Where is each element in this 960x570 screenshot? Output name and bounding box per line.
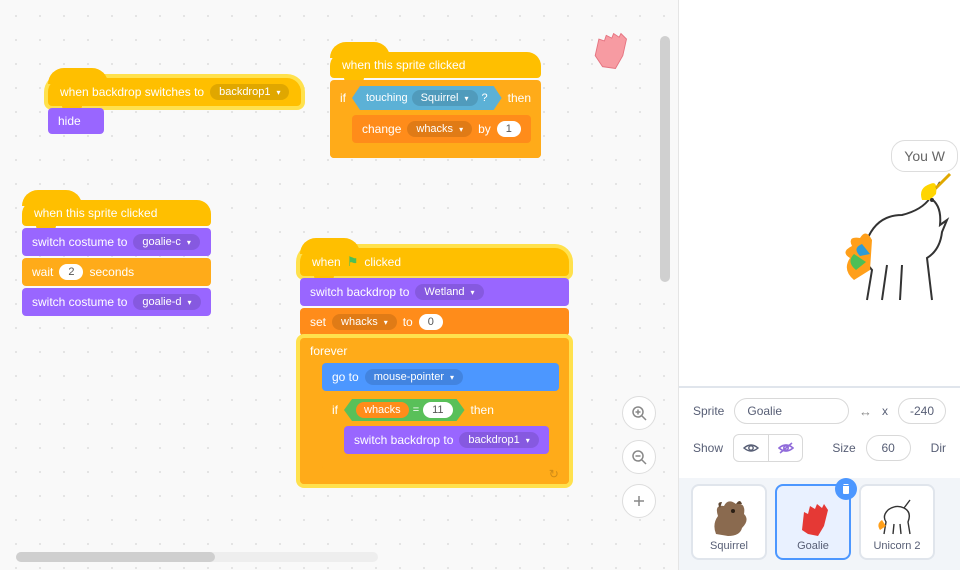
- script-sprite-clicked-costume[interactable]: when this sprite clicked switch costume …: [22, 200, 211, 316]
- block-label: when: [312, 255, 341, 269]
- sprite-on-stage-unicorn[interactable]: [842, 170, 960, 310]
- sprite-tile-goalie[interactable]: Goalie: [775, 484, 851, 560]
- dropdown-backdrop[interactable]: Wetland▾: [415, 284, 483, 300]
- block-label: by: [478, 122, 491, 136]
- sprite-list: Squirrel Goalie Unicorn 2: [679, 478, 960, 570]
- script-green-flag[interactable]: when ⚑ clicked switch backdrop to Wetlan…: [300, 248, 569, 484]
- dropdown-costume[interactable]: goalie-c▾: [133, 234, 200, 250]
- block-label: then: [471, 403, 494, 417]
- block-label: switch backdrop to: [354, 433, 453, 447]
- reporter-touching[interactable]: touching Squirrel▾ ?: [352, 86, 502, 110]
- hat-when-this-sprite-clicked[interactable]: when this sprite clicked: [22, 200, 211, 226]
- sprite-name-label: Sprite: [693, 404, 724, 418]
- sprite-tile-unicorn2[interactable]: Unicorn 2: [859, 484, 935, 560]
- block-label: set: [310, 315, 326, 329]
- show-visible-button[interactable]: [734, 435, 768, 461]
- block-label: then: [508, 91, 531, 105]
- green-flag-icon: ⚑: [347, 254, 359, 270]
- block-label: switch backdrop to: [310, 285, 409, 299]
- block-label: if: [340, 91, 346, 105]
- zoom-controls: [622, 396, 656, 518]
- sprite-tile-label: Squirrel: [710, 540, 748, 552]
- delete-sprite-button[interactable]: [835, 478, 857, 500]
- block-label: switch costume to: [32, 235, 127, 249]
- script-sprite-clicked-touching[interactable]: when this sprite clicked if touching Squ…: [330, 52, 541, 158]
- block-label: switch costume to: [32, 295, 127, 309]
- goalie-thumbnail: [790, 494, 836, 540]
- direction-label: Dir: [931, 441, 946, 455]
- hat-when-backdrop-switches[interactable]: when backdrop switches to backdrop1▾: [48, 78, 301, 106]
- block-label: seconds: [89, 265, 134, 279]
- block-label: hide: [58, 114, 81, 128]
- sprite-tile-squirrel[interactable]: Squirrel: [691, 484, 767, 560]
- sprite-tile-label: Unicorn 2: [873, 540, 920, 552]
- reporter-equals[interactable]: whacks = 11: [344, 399, 465, 421]
- loop-arrow-icon: ↻: [549, 467, 559, 481]
- input-change-amount[interactable]: 1: [497, 121, 521, 137]
- script-backdrop-switch[interactable]: when backdrop switches to backdrop1▾ hid…: [48, 78, 301, 134]
- block-label: clicked: [364, 255, 401, 269]
- dropdown-backdrop[interactable]: backdrop1▾: [459, 432, 538, 448]
- right-pane: You W Sprite Goalie ↔ x -240 Show: [678, 0, 960, 570]
- block-label: when backdrop switches to: [60, 85, 204, 99]
- block-label: to: [403, 315, 413, 329]
- block-label: change: [362, 122, 401, 136]
- block-label: go to: [332, 370, 359, 384]
- block-set-variable[interactable]: set whacks▾ to 0: [300, 308, 569, 336]
- x-input[interactable]: -240: [898, 398, 946, 424]
- sprite-info-panel: Sprite Goalie ↔ x -240 Show Size 60 Dir: [679, 386, 960, 478]
- dropdown-variable[interactable]: whacks▾: [332, 314, 397, 330]
- dropdown-target[interactable]: mouse-pointer▾: [365, 369, 463, 385]
- block-label: forever: [310, 344, 347, 358]
- squirrel-thumbnail: [706, 494, 752, 540]
- block-if-then[interactable]: if whacks = 11 then switch backdrop to b…: [322, 393, 559, 469]
- show-label: Show: [693, 441, 723, 455]
- speech-bubble: You W: [891, 140, 958, 172]
- sprite-name-input[interactable]: Goalie: [734, 398, 849, 424]
- dropdown-backdrop[interactable]: backdrop1▾: [210, 84, 289, 100]
- block-forever[interactable]: forever go to mouse-pointer▾ if whacks =…: [300, 338, 569, 484]
- xy-icon: ↔: [859, 404, 872, 419]
- block-go-to[interactable]: go to mouse-pointer▾: [322, 363, 559, 391]
- hat-when-green-flag-clicked[interactable]: when ⚑ clicked: [300, 248, 569, 276]
- input-set-value[interactable]: 0: [419, 314, 443, 330]
- block-label: when this sprite clicked: [342, 58, 465, 72]
- reporter-variable[interactable]: whacks: [356, 402, 409, 418]
- block-wait[interactable]: wait 2 seconds: [22, 258, 211, 286]
- unicorn-thumbnail: [874, 494, 920, 540]
- size-label: Size: [832, 441, 855, 455]
- input-equals-value[interactable]: 11: [423, 402, 452, 418]
- zoom-out-button[interactable]: [622, 440, 656, 474]
- blocks-workspace[interactable]: when backdrop switches to backdrop1▾ hid…: [0, 0, 678, 570]
- x-label: x: [882, 404, 888, 418]
- sprite-tile-label: Goalie: [797, 540, 829, 552]
- hat-when-this-sprite-clicked[interactable]: when this sprite clicked: [330, 52, 541, 78]
- block-label: if: [332, 403, 338, 417]
- zoom-in-button[interactable]: [622, 396, 656, 430]
- block-switch-costume-1[interactable]: switch costume to goalie-c▾: [22, 228, 211, 256]
- show-hidden-button[interactable]: [768, 435, 802, 461]
- block-hide[interactable]: hide: [48, 108, 104, 134]
- dropdown-variable[interactable]: whacks▾: [407, 121, 472, 137]
- block-switch-backdrop-2[interactable]: switch backdrop to backdrop1▾: [344, 426, 549, 454]
- size-input[interactable]: 60: [866, 435, 911, 461]
- dropdown-costume[interactable]: goalie-d▾: [133, 294, 200, 310]
- block-switch-backdrop[interactable]: switch backdrop to Wetland▾: [300, 278, 569, 306]
- stage[interactable]: You W: [679, 0, 960, 386]
- horizontal-scrollbar[interactable]: [16, 552, 378, 562]
- cursor-glove-icon: [586, 28, 632, 74]
- block-change-variable-by[interactable]: change whacks▾ by 1: [352, 115, 531, 143]
- block-label: wait: [32, 265, 53, 279]
- block-if-then[interactable]: if touching Squirrel▾ ? then change whac…: [330, 80, 541, 158]
- dropdown-touching[interactable]: Squirrel▾: [412, 90, 478, 106]
- input-wait-seconds[interactable]: 2: [59, 264, 83, 280]
- block-switch-costume-2[interactable]: switch costume to goalie-d▾: [22, 288, 211, 316]
- block-label: when this sprite clicked: [34, 206, 157, 220]
- vertical-scrollbar[interactable]: [660, 36, 670, 510]
- zoom-reset-button[interactable]: [622, 484, 656, 518]
